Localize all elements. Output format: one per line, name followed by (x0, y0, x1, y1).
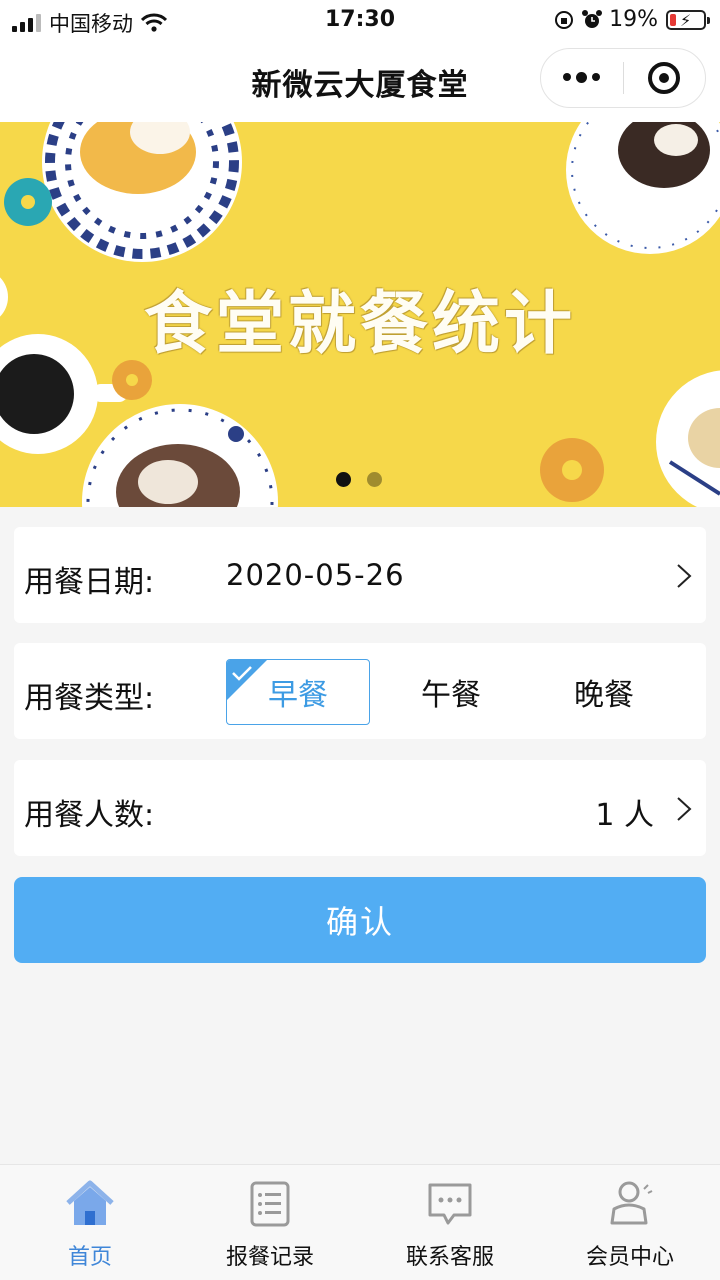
tab-meal-records[interactable]: 报餐记录 (180, 1165, 360, 1280)
navigation-bar: 新微云大厦食堂 (0, 42, 720, 122)
confirm-button[interactable]: 确认 (14, 877, 706, 963)
status-bar: 中国移动 17:30 19% ⚡ (0, 0, 720, 42)
close-target-icon (648, 62, 681, 94)
more-dots-icon (563, 72, 601, 83)
meal-date-label: 用餐日期: (24, 565, 155, 600)
orientation-lock-icon (555, 10, 574, 29)
meal-date-value: 2020-05-26 (226, 558, 405, 592)
alarm-icon (582, 9, 603, 28)
tab-bar: 首页 报餐记录 联系客服 会员中心 (0, 1164, 720, 1280)
tab-member-center[interactable]: 会员中心 (540, 1165, 720, 1280)
meal-option-lunch[interactable]: 午餐 (379, 659, 523, 725)
home-icon (66, 1180, 114, 1225)
carousel-indicators (336, 472, 382, 487)
chevron-right-icon (677, 797, 692, 821)
meal-people-value: 1 人 (595, 798, 654, 833)
user-icon (610, 1181, 653, 1225)
more-button[interactable] (541, 49, 623, 107)
meal-people-row[interactable]: 用餐人数: 1 人 (14, 760, 706, 856)
tab-customer-service-label: 联系客服 (405, 1245, 494, 1270)
meal-option-dinner-label: 晚餐 (574, 678, 634, 713)
meal-option-breakfast[interactable]: 早餐 (226, 659, 370, 725)
banner-carousel[interactable]: 食堂就餐统计 (0, 122, 720, 507)
meal-type-row: 用餐类型: 早餐 午餐 晚餐 (14, 643, 706, 739)
meal-date-row[interactable]: 用餐日期: 2020-05-26 (14, 527, 706, 623)
close-button[interactable] (624, 49, 706, 107)
banner-title: 食堂就餐统计 (143, 285, 576, 364)
list-icon (250, 1181, 290, 1227)
carousel-dot-active[interactable] (336, 472, 351, 487)
mini-program-capsule (540, 48, 706, 108)
meal-people-label: 用餐人数: (24, 798, 155, 833)
meal-option-breakfast-label: 早餐 (268, 678, 328, 713)
check-corner-icon (227, 660, 267, 700)
battery-percent: 19% (609, 7, 658, 32)
tab-customer-service[interactable]: 联系客服 (360, 1165, 540, 1280)
carousel-dot[interactable] (367, 472, 382, 487)
meal-option-lunch-label: 午餐 (421, 678, 481, 713)
tab-home-label: 首页 (67, 1245, 112, 1270)
chevron-right-icon (677, 564, 692, 588)
chat-icon (428, 1183, 472, 1225)
tab-meal-records-label: 报餐记录 (225, 1245, 314, 1270)
tab-home[interactable]: 首页 (0, 1165, 180, 1280)
meal-option-dinner[interactable]: 晚餐 (532, 659, 676, 725)
battery-icon: ⚡ (666, 9, 710, 30)
meal-type-label: 用餐类型: (24, 681, 155, 716)
tab-member-center-label: 会员中心 (585, 1245, 674, 1270)
